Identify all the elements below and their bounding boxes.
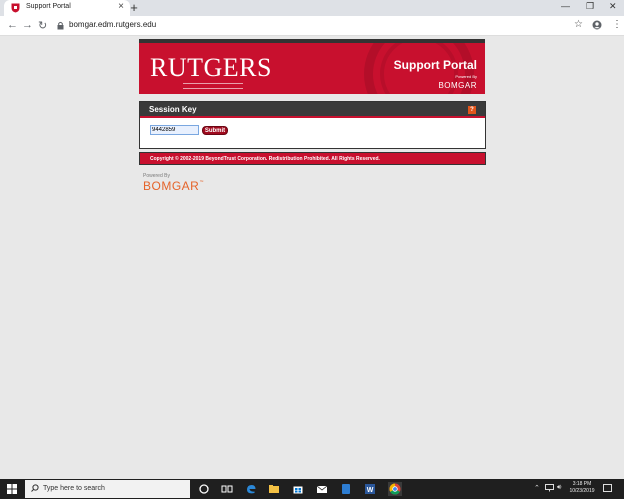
windows-start-icon[interactable] [7, 484, 17, 494]
session-key-panel: Session Key ? Submit [139, 101, 486, 149]
store-icon[interactable] [292, 483, 304, 495]
notification-icon[interactable] [603, 484, 612, 492]
rutgers-shield-icon [11, 3, 20, 13]
search-placeholder: Type here to search [43, 485, 105, 492]
bomgar-tm: ™ [199, 179, 204, 184]
banner-bomgar-logo: BOMGAR [438, 81, 477, 90]
new-tab-button[interactable]: + [127, 0, 141, 15]
rutgers-tagline [183, 83, 243, 89]
session-key-input[interactable] [150, 125, 199, 135]
clock-time: 3:18 PM [572, 481, 592, 487]
search-icon [31, 484, 39, 492]
chrome-icon[interactable] [388, 482, 402, 496]
help-icon[interactable]: ? [468, 106, 476, 114]
session-key-header: Session Key ? [140, 102, 485, 118]
bomgar-logo: BOMGAR™ [143, 179, 204, 193]
rutgers-logo: RUTGERS [150, 53, 272, 82]
back-icon[interactable]: ← [7, 19, 18, 31]
close-window-button[interactable]: ✕ [609, 1, 617, 12]
bookmark-star-icon[interactable]: ☆ [574, 19, 583, 30]
clock-date: 10/23/2019 [569, 488, 595, 494]
word-icon[interactable]: W [364, 483, 376, 495]
svg-text:W: W [367, 487, 374, 494]
minimize-button[interactable]: — [561, 1, 570, 11]
maximize-button[interactable]: ❐ [586, 1, 594, 12]
copyright-text: Copyright © 2002-2019 BeyondTrust Corpor… [150, 156, 380, 162]
network-icon[interactable] [545, 484, 554, 492]
tab-strip: Support Portal × + — ❐ ✕ [0, 0, 624, 16]
address-bar[interactable]: bomgar.edm.rutgers.edu [69, 20, 156, 29]
taskbar-clock[interactable]: 3:18 PM 10/23/2019 [568, 481, 596, 495]
banner-powered-by: Powered By [455, 74, 477, 79]
reload-icon[interactable]: ↻ [38, 19, 47, 32]
mail-icon[interactable] [316, 483, 328, 495]
volume-icon[interactable]: 🔊︎ [557, 484, 561, 492]
submit-button[interactable]: Submit [202, 126, 228, 135]
forward-icon[interactable]: → [22, 19, 33, 31]
copyright-bar: Copyright © 2002-2019 BeyondTrust Corpor… [139, 152, 486, 165]
rutgers-banner: RUTGERS Support Portal Powered By BOMGAR [139, 39, 485, 94]
tab-support-portal[interactable]: Support Portal × [4, 0, 130, 16]
page-title: Support Portal [393, 58, 477, 72]
taskbar: Type here to search W ⌃ 🔊︎ 3:18 PM 10/23… [0, 479, 624, 499]
profile-icon[interactable] [592, 20, 602, 30]
lock-icon [57, 21, 64, 30]
cortana-icon[interactable] [198, 483, 210, 495]
task-view-icon[interactable] [221, 483, 233, 495]
edge-icon[interactable] [245, 483, 257, 495]
menu-dots-icon[interactable]: ⋮ [612, 19, 622, 30]
tab-title: Support Portal [26, 3, 71, 10]
tab-close-icon[interactable]: × [118, 1, 124, 12]
taskbar-search[interactable]: Type here to search [25, 480, 190, 498]
tray-chevron-icon[interactable]: ⌃ [534, 484, 540, 492]
session-key-title: Session Key [149, 105, 197, 114]
app-icon[interactable] [340, 483, 352, 495]
browser-toolbar: ← → ↻ bomgar.edm.rutgers.edu ☆ ⋮ [0, 16, 624, 36]
file-explorer-icon[interactable] [268, 483, 280, 495]
bomgar-logo-text: BOMGAR [143, 179, 200, 193]
